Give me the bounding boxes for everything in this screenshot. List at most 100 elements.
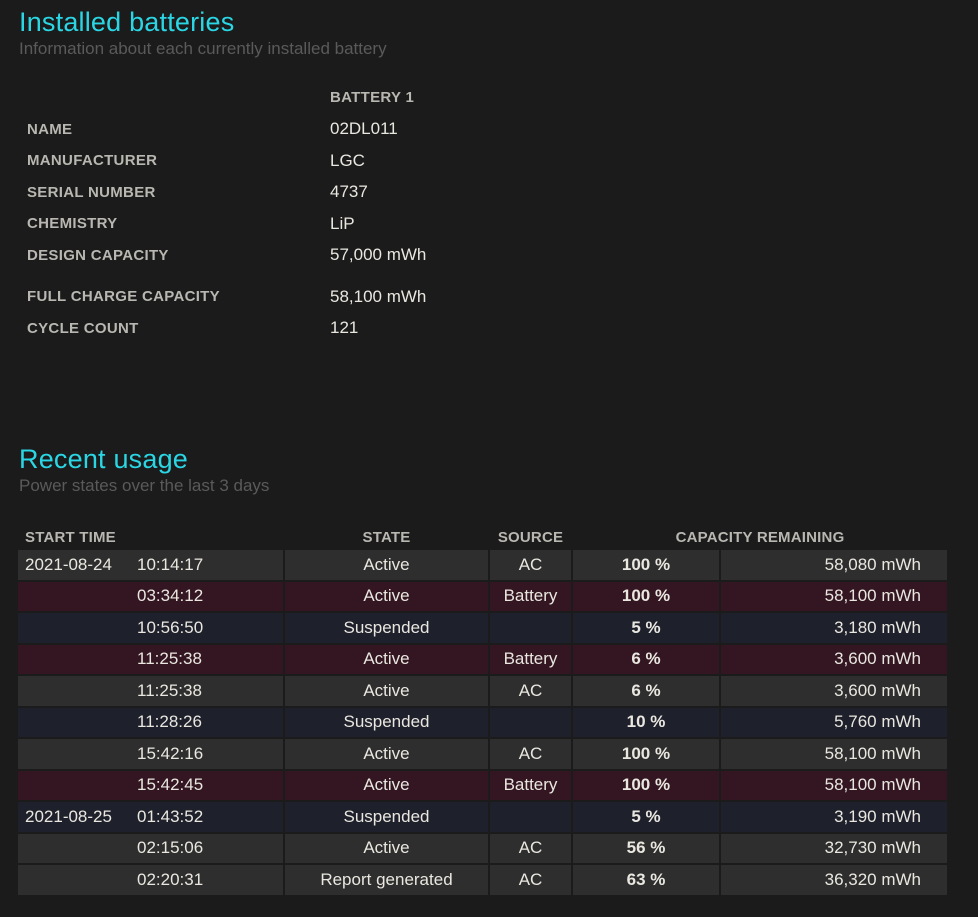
battery-field-row: MANUFACTURER LGC <box>27 145 978 177</box>
source-cell: AC <box>490 550 571 580</box>
start-time-cell: 15:42:16 <box>18 739 283 769</box>
start-time-cell: 10:56:50 <box>18 613 283 643</box>
usage-table-header: START TIME STATE SOURCE CAPACITY REMAINI… <box>18 526 947 548</box>
battery-field-row: CHEMISTRY LiP <box>27 208 978 240</box>
field-value-full-charge-capacity: 58,100 mWh <box>330 287 426 307</box>
battery-field-row: NAME 02DL011 <box>27 114 978 146</box>
state-cell: Report generated <box>285 865 488 895</box>
battery-column-header-row: BATTERY 1 <box>27 82 978 114</box>
usage-row: 11:25:38ActiveAC6 %3,600 mWh <box>18 676 947 706</box>
capacity-percent-cell: 100 % <box>573 739 719 769</box>
recent-usage-section: Recent usage Power states over the last … <box>0 443 978 897</box>
capacity-mwh-cell: 5,760 mWh <box>721 708 947 738</box>
column-header-source: SOURCE <box>490 526 571 548</box>
field-label-chemistry: CHEMISTRY <box>27 215 330 232</box>
state-cell: Active <box>285 771 488 801</box>
start-clock: 02:15:06 <box>137 838 203 858</box>
start-clock: 02:20:31 <box>137 870 203 890</box>
state-cell: Active <box>285 550 488 580</box>
state-cell: Active <box>285 645 488 675</box>
start-clock: 10:56:50 <box>137 618 203 638</box>
usage-row: 11:25:38ActiveBattery6 %3,600 mWh <box>18 645 947 675</box>
usage-row: 10:56:50Suspended5 %3,180 mWh <box>18 613 947 643</box>
capacity-percent-cell: 56 % <box>573 834 719 864</box>
start-time-cell: 11:28:26 <box>18 708 283 738</box>
state-cell: Active <box>285 739 488 769</box>
source-cell <box>490 708 571 738</box>
capacity-percent-cell: 5 % <box>573 613 719 643</box>
usage-row: 11:28:26 Suspended 10 %5,760 mWh <box>18 708 947 738</box>
source-cell: Battery <box>490 645 571 675</box>
source-cell <box>490 802 571 832</box>
start-time-cell: 2021-08-2410:14:17 <box>18 550 283 580</box>
start-clock: 11:25:38 <box>137 681 202 701</box>
source-cell: AC <box>490 834 571 864</box>
field-value-cycle-count: 121 <box>330 318 358 338</box>
start-time-cell: 03:34:12 <box>18 582 283 612</box>
source-cell: Battery <box>490 771 571 801</box>
field-label-name: NAME <box>27 121 330 138</box>
capacity-percent-cell: 10 % <box>573 708 719 738</box>
field-value-design-capacity: 57,000 mWh <box>330 245 426 265</box>
source-cell: Battery <box>490 582 571 612</box>
start-clock: 15:42:16 <box>137 744 203 764</box>
field-label-manufacturer: MANUFACTURER <box>27 152 330 169</box>
field-value-chemistry: LiP <box>330 214 355 234</box>
start-time-cell: 02:20:31 <box>18 865 283 895</box>
capacity-percent-cell: 6 % <box>573 645 719 675</box>
usage-table: START TIME STATE SOURCE CAPACITY REMAINI… <box>16 524 949 897</box>
state-cell: Suspended <box>285 613 488 643</box>
battery-field-row: DESIGN CAPACITY 57,000 mWh <box>27 240 978 272</box>
capacity-percent-cell: 6 % <box>573 676 719 706</box>
recent-usage-title: Recent usage <box>19 443 978 475</box>
capacity-mwh-cell: 58,080 mWh <box>721 550 947 580</box>
field-label-cycle-count: CYCLE COUNT <box>27 320 330 337</box>
source-cell: AC <box>490 676 571 706</box>
field-value-serial-number: 4737 <box>330 182 368 202</box>
start-time-cell: 11:25:38 <box>18 645 283 675</box>
usage-row: 02:20:31Report generatedAC63 %36,320 mWh <box>18 865 947 895</box>
capacity-percent-cell: 100 % <box>573 550 719 580</box>
installed-batteries-subtitle: Information about each currently install… <box>19 38 978 60</box>
start-time-cell: 02:15:06 <box>18 834 283 864</box>
source-cell: AC <box>490 865 571 895</box>
start-time-cell: 11:25:38 <box>18 676 283 706</box>
battery-field-row: FULL CHARGE CAPACITY 58,100 mWh <box>27 281 978 313</box>
usage-row: 2021-08-2410:14:17ActiveAC100 %58,080 mW… <box>18 550 947 580</box>
source-cell <box>490 613 571 643</box>
usage-row: 15:42:16ActiveAC100 %58,100 mWh <box>18 739 947 769</box>
column-header-capacity-remaining: CAPACITY REMAINING <box>573 526 947 548</box>
battery-field-row: CYCLE COUNT 121 <box>27 313 978 345</box>
capacity-mwh-cell: 32,730 mWh <box>721 834 947 864</box>
field-label-serial-number: SERIAL NUMBER <box>27 184 330 201</box>
usage-row: 03:34:12ActiveBattery100 %58,100 mWh <box>18 582 947 612</box>
start-clock: 15:42:45 <box>137 775 203 795</box>
battery-field-row: SERIAL NUMBER 4737 <box>27 177 978 209</box>
capacity-mwh-cell: 58,100 mWh <box>721 771 947 801</box>
usage-table-body: 2021-08-2410:14:17ActiveAC100 %58,080 mW… <box>18 550 947 895</box>
battery-column-header: BATTERY 1 <box>330 89 414 106</box>
capacity-percent-cell: 63 % <box>573 865 719 895</box>
usage-header-row: START TIME STATE SOURCE CAPACITY REMAINI… <box>18 526 947 548</box>
capacity-percent-cell: 100 % <box>573 771 719 801</box>
column-header-start-time: START TIME <box>18 526 283 548</box>
field-label-design-capacity: DESIGN CAPACITY <box>27 247 330 264</box>
start-clock: 03:34:12 <box>137 586 203 606</box>
capacity-mwh-cell: 3,600 mWh <box>721 676 947 706</box>
battery-report-page: { "colors": { "page-bg": "#1b1b1b", "acc… <box>0 0 978 917</box>
capacity-percent-cell: 100 % <box>573 582 719 612</box>
usage-row: 15:42:45 ActiveBattery100 %58,100 mWh <box>18 771 947 801</box>
state-cell: Active <box>285 834 488 864</box>
capacity-mwh-cell: 58,100 mWh <box>721 739 947 769</box>
state-cell: Suspended <box>285 802 488 832</box>
installed-batteries-section: Installed batteries Information about ea… <box>0 0 978 344</box>
start-clock: 10:14:17 <box>137 555 203 575</box>
column-header-state: STATE <box>285 526 488 548</box>
capacity-percent-cell: 5 % <box>573 802 719 832</box>
start-clock: 11:28:26 <box>137 712 202 732</box>
state-cell: Active <box>285 582 488 612</box>
start-clock: 11:25:38 <box>137 649 202 669</box>
start-date: 2021-08-25 <box>18 807 137 827</box>
capacity-mwh-cell: 3,190 mWh <box>721 802 947 832</box>
state-cell: Suspended <box>285 708 488 738</box>
